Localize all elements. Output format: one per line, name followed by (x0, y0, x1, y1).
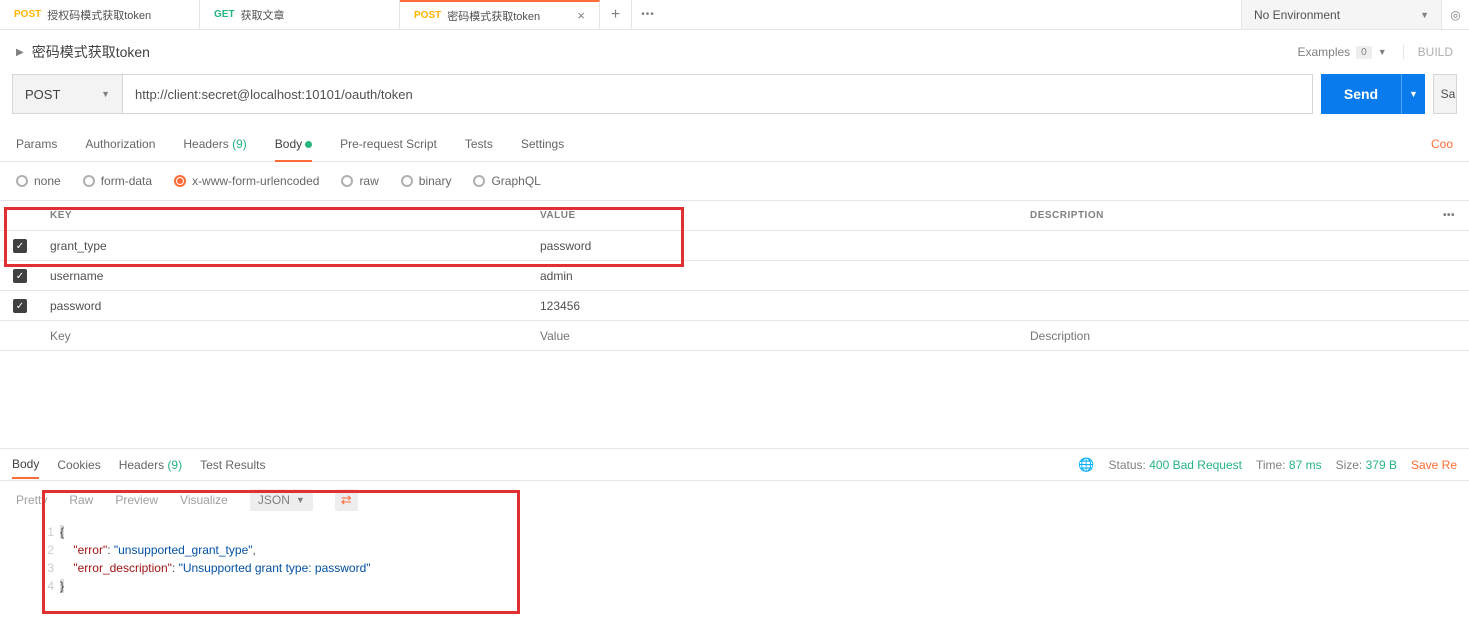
environment-label: No Environment (1254, 8, 1340, 22)
send-button[interactable]: Send (1321, 74, 1401, 114)
col-key-header: KEY (40, 210, 530, 221)
response-time: 87 ms (1289, 458, 1322, 472)
radio-binary[interactable]: binary (401, 174, 452, 188)
status-code: 400 Bad Request (1149, 458, 1242, 472)
response-area: Body Cookies Headers (9) Test Results 🌐 … (0, 448, 1469, 599)
url-input[interactable] (122, 74, 1313, 114)
param-key-input[interactable] (50, 329, 520, 343)
param-value[interactable]: admin (530, 269, 1020, 283)
tab-password-token[interactable]: POST 密码模式获取token × (400, 0, 600, 29)
format-select[interactable]: JSON ▼ (250, 489, 313, 511)
resp-tab-cookies[interactable]: Cookies (57, 458, 100, 472)
build-button[interactable]: BUILD (1403, 45, 1453, 59)
environment-quicklook-icon[interactable]: ◎ (1441, 0, 1469, 29)
method-select[interactable]: POST ▼ (12, 74, 122, 114)
checkbox-icon[interactable]: ✓ (13, 299, 27, 313)
table-row[interactable]: ✓ password 123456 (0, 291, 1469, 321)
param-key[interactable]: password (40, 299, 530, 313)
save-response-button[interactable]: Save Re (1411, 458, 1457, 472)
wrap-lines-icon[interactable]: ⇄ (335, 489, 358, 511)
table-row-empty[interactable] (0, 321, 1469, 351)
view-raw[interactable]: Raw (69, 493, 93, 507)
method-badge: POST (414, 10, 441, 21)
bulk-edit-icon[interactable]: ••• (1429, 210, 1469, 221)
tab-settings[interactable]: Settings (521, 127, 564, 161)
tabs: POST 授权码模式获取token GET 获取文章 POST 密码模式获取to… (0, 0, 1241, 29)
checkbox-icon[interactable]: ✓ (13, 239, 27, 253)
radio-urlencoded[interactable]: x-www-form-urlencoded (174, 174, 319, 188)
tab-label: 密码模式获取token (447, 8, 540, 24)
tab-auth-code-token[interactable]: POST 授权码模式获取token (0, 0, 200, 29)
url-row: POST ▼ Send ▼ Sa (0, 74, 1469, 126)
tab-label: 获取文章 (241, 7, 285, 23)
request-title-row: ▶ 密码模式获取token Examples 0 ▼ BUILD (0, 30, 1469, 74)
send-dropdown[interactable]: ▼ (1401, 74, 1425, 114)
chevron-down-icon: ▼ (101, 89, 110, 99)
request-title[interactable]: 密码模式获取token (32, 42, 150, 62)
response-status: 🌐 Status: 400 Bad Request Time: 87 ms Si… (1078, 457, 1457, 473)
table-row[interactable]: ✓ username admin (0, 261, 1469, 291)
col-value-header: VALUE (530, 210, 1020, 221)
view-preview[interactable]: Preview (115, 493, 158, 507)
response-body-code[interactable]: 1{ 2 "error": "unsupported_grant_type", … (0, 519, 1469, 599)
examples-dropdown[interactable]: Examples 0 ▼ (1297, 45, 1386, 59)
tab-authorization[interactable]: Authorization (85, 127, 155, 161)
environment-select[interactable]: No Environment ▼ (1241, 0, 1441, 29)
param-key[interactable]: grant_type (40, 239, 530, 253)
close-icon[interactable]: × (577, 8, 585, 23)
tab-body[interactable]: Body (275, 127, 312, 162)
request-tabs: Params Authorization Headers (9) Body Pr… (0, 126, 1469, 162)
chevron-down-icon: ▼ (1378, 47, 1387, 57)
collapse-icon[interactable]: ▶ (16, 47, 24, 58)
tab-prerequest[interactable]: Pre-request Script (340, 127, 437, 161)
table-row[interactable]: ✓ grant_type password (0, 231, 1469, 261)
col-desc-header: DESCRIPTION (1020, 210, 1429, 221)
top-bar: POST 授权码模式获取token GET 获取文章 POST 密码模式获取to… (0, 0, 1469, 30)
method-badge: POST (14, 9, 41, 20)
radio-raw[interactable]: raw (341, 174, 378, 188)
response-tabs: Body Cookies Headers (9) Test Results 🌐 … (0, 449, 1469, 481)
tab-overflow-button[interactable]: ••• (632, 0, 664, 29)
examples-count: 0 (1356, 46, 1372, 59)
radio-graphql[interactable]: GraphQL (473, 174, 540, 188)
save-button[interactable]: Sa (1433, 74, 1457, 114)
checkbox-icon[interactable]: ✓ (13, 269, 27, 283)
params-header: KEY VALUE DESCRIPTION ••• (0, 201, 1469, 231)
param-value-input[interactable] (540, 329, 1010, 343)
tab-get-article[interactable]: GET 获取文章 (200, 0, 400, 29)
params-table: KEY VALUE DESCRIPTION ••• ✓ grant_type p… (0, 200, 1469, 351)
tab-tests[interactable]: Tests (465, 127, 493, 161)
cookies-link[interactable]: Coo (1431, 137, 1453, 151)
param-desc-input[interactable] (1030, 329, 1419, 343)
response-size: 379 B (1366, 458, 1397, 472)
view-pretty[interactable]: Pretty (16, 493, 47, 507)
body-type-row: none form-data x-www-form-urlencoded raw… (0, 162, 1469, 200)
resp-tab-body[interactable]: Body (12, 457, 39, 479)
globe-icon[interactable]: 🌐 (1078, 457, 1094, 473)
param-value[interactable]: 123456 (530, 299, 1020, 313)
new-tab-button[interactable]: + (600, 0, 632, 29)
param-value[interactable]: password (530, 239, 1020, 253)
param-key[interactable]: username (40, 269, 530, 283)
radio-none[interactable]: none (16, 174, 61, 188)
method-badge: GET (214, 9, 235, 20)
resp-tab-headers[interactable]: Headers (9) (119, 458, 182, 472)
chevron-down-icon: ▼ (1420, 10, 1429, 20)
tab-label: 授权码模式获取token (47, 7, 151, 23)
view-tabs: Pretty Raw Preview Visualize JSON ▼ ⇄ (0, 481, 1469, 519)
tab-params[interactable]: Params (16, 127, 57, 161)
tab-headers[interactable]: Headers (9) (183, 127, 246, 161)
body-modified-dot (305, 141, 312, 148)
radio-form-data[interactable]: form-data (83, 174, 152, 188)
view-visualize[interactable]: Visualize (180, 493, 228, 507)
resp-tab-testresults[interactable]: Test Results (200, 458, 265, 472)
